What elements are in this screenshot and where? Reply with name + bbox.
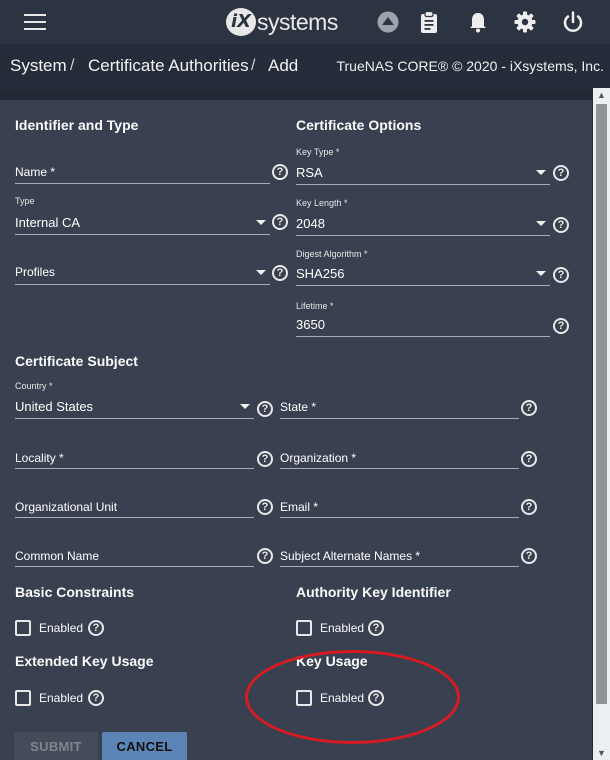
email-help-icon[interactable]: ? (521, 499, 537, 515)
chevron-down-icon (536, 271, 546, 276)
menu-icon[interactable] (24, 14, 46, 30)
top-toolbar: iX systems (0, 0, 610, 44)
email-input[interactable]: Email * (280, 493, 519, 518)
extended-key-usage-checkbox[interactable] (15, 690, 31, 706)
submit-button[interactable]: SUBMIT (14, 732, 98, 760)
lifetime-help-icon[interactable]: ? (553, 318, 569, 334)
scroll-up-icon[interactable]: ▲ (597, 90, 606, 100)
breadcrumb-separator: / (251, 57, 256, 74)
common-name-label: Common Name (15, 549, 100, 563)
lifetime-label: Lifetime * (296, 301, 334, 311)
organizational-unit-help-icon[interactable]: ? (257, 499, 273, 515)
subject-alternate-names-help-icon[interactable]: ? (521, 548, 537, 564)
logo-text: systems (257, 8, 338, 35)
key-type-value: RSA (296, 165, 323, 180)
key-type-label: Key Type * (296, 147, 340, 157)
locality-label: Locality * (15, 451, 64, 465)
extended-key-usage-enabled-label: Enabled (39, 691, 84, 705)
type-label: Type (15, 196, 35, 206)
breadcrumb-add: Add (268, 56, 299, 75)
country-label: Country * (15, 381, 53, 391)
profiles-label: Profiles (15, 265, 56, 279)
breadcrumb-separator: / (70, 57, 75, 74)
lifetime-value: 3650 (296, 317, 325, 332)
section-identifier-and-type: Identifier and Type (15, 117, 139, 133)
basic-constraints-checkbox[interactable] (15, 620, 31, 636)
type-select[interactable]: Type Internal CA (15, 196, 270, 235)
breadcrumb-certificate-authorities[interactable]: Certificate Authorities (88, 56, 249, 76)
cancel-button[interactable]: CANCEL (102, 732, 187, 760)
annotation-ellipse (245, 650, 460, 744)
basic-constraints-enabled-label: Enabled (39, 621, 84, 635)
name-field[interactable]: Name * (15, 158, 270, 184)
chevron-down-icon (256, 220, 266, 225)
state-input[interactable]: State * (280, 393, 519, 419)
subject-alternate-names-input[interactable]: Subject Alternate Names * (280, 542, 519, 567)
bell-icon[interactable] (466, 10, 490, 34)
organization-help-icon[interactable]: ? (521, 451, 537, 467)
country-help-icon[interactable]: ? (257, 401, 273, 417)
state-help-icon[interactable]: ? (521, 400, 537, 416)
authority-key-identifier-help-icon[interactable]: ? (368, 620, 384, 636)
type-value: Internal CA (15, 215, 81, 230)
organization-input[interactable]: Organization * (280, 444, 519, 469)
logo-mark: iX (226, 8, 256, 36)
power-icon[interactable] (561, 10, 585, 34)
digest-algorithm-help-icon[interactable]: ? (553, 267, 569, 283)
key-length-label: Key Length * (296, 198, 348, 208)
copyright-text: TrueNAS CORE® © 2020 - iXsystems, Inc. (336, 58, 604, 74)
chevron-down-icon (256, 270, 266, 275)
state-label: State * (280, 400, 317, 414)
digest-algorithm-select[interactable]: Digest Algorithm * SHA256 (296, 249, 550, 286)
email-label: Email * (280, 500, 319, 514)
country-value: United States (15, 399, 94, 414)
clipboard-icon[interactable] (417, 10, 441, 34)
type-help-icon[interactable]: ? (272, 214, 288, 230)
lifetime-input[interactable]: Lifetime * 3650 (296, 301, 550, 337)
key-length-select[interactable]: Key Length * 2048 (296, 198, 550, 236)
country-select[interactable]: Country * United States (15, 381, 254, 419)
profiles-select[interactable]: Profiles (15, 258, 270, 285)
breadcrumb-system[interactable]: System (10, 56, 67, 76)
scrollbar-thumb[interactable] (596, 104, 607, 704)
common-name-help-icon[interactable]: ? (257, 548, 273, 564)
section-certificate-subject: Certificate Subject (15, 353, 138, 369)
organization-label: Organization * (280, 451, 357, 465)
locality-help-icon[interactable]: ? (257, 451, 273, 467)
common-name-input[interactable]: Common Name (15, 542, 254, 567)
organizational-unit-label: Organizational Unit (15, 500, 118, 514)
section-basic-constraints: Basic Constraints (15, 584, 135, 600)
breadcrumb: System / Certificate Authorities / Add T… (0, 44, 610, 90)
key-length-help-icon[interactable]: ? (553, 217, 569, 233)
section-extended-key-usage: Extended Key Usage (15, 653, 154, 669)
chevron-down-icon (536, 221, 546, 226)
name-help-icon[interactable]: ? (272, 164, 288, 180)
chevron-down-icon (240, 404, 250, 409)
truecommand-icon[interactable] (376, 10, 400, 34)
locality-input[interactable]: Locality * (15, 444, 254, 469)
subject-alternate-names-label: Subject Alternate Names * (280, 549, 421, 563)
organizational-unit-input[interactable]: Organizational Unit (15, 493, 254, 518)
section-certificate-options: Certificate Options (296, 117, 422, 133)
name-label: Name * (15, 165, 56, 179)
gear-icon[interactable] (513, 10, 537, 34)
key-type-help-icon[interactable]: ? (553, 165, 569, 181)
digest-algorithm-value: SHA256 (296, 266, 345, 281)
key-length-value: 2048 (296, 216, 325, 231)
extended-key-usage-help-icon[interactable]: ? (88, 690, 104, 706)
ixsystems-logo[interactable]: iX systems (226, 8, 338, 36)
section-authority-key-identifier: Authority Key Identifier (296, 584, 451, 600)
scrollbar[interactable]: ▲ ▼ (593, 88, 610, 760)
key-type-select[interactable]: Key Type * RSA (296, 147, 550, 185)
authority-key-identifier-enabled-label: Enabled (320, 621, 365, 635)
authority-key-identifier-checkbox[interactable] (296, 620, 312, 636)
chevron-down-icon (536, 170, 546, 175)
digest-algorithm-label: Digest Algorithm * (296, 249, 368, 259)
profiles-help-icon[interactable]: ? (272, 265, 288, 281)
basic-constraints-help-icon[interactable]: ? (88, 620, 104, 636)
scroll-down-icon[interactable]: ▼ (597, 748, 606, 758)
